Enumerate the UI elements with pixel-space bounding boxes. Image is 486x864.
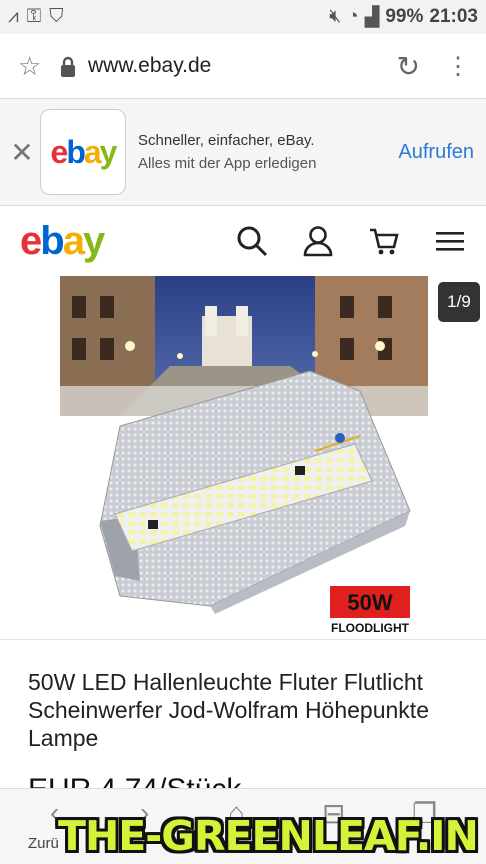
- back-label: Zurü: [28, 835, 59, 852]
- cart-icon[interactable]: [368, 225, 400, 257]
- site-header: ebay: [0, 206, 486, 276]
- app-banner-headline: Schneller, einfacher, eBay.: [138, 132, 315, 149]
- close-icon[interactable]: ✕: [6, 136, 38, 169]
- app-logo: ebay: [50, 133, 118, 170]
- product-image: 50W FLOODLIGHT: [60, 276, 428, 638]
- url-text[interactable]: www.ebay.de: [88, 54, 211, 78]
- image-counter: 1/9: [438, 282, 480, 322]
- reload-icon[interactable]: ↻: [397, 50, 420, 83]
- more-menu-icon[interactable]: ⋮: [446, 52, 470, 81]
- bookmark-star-icon[interactable]: ☆: [18, 51, 58, 82]
- key-icon: ⚿: [26, 6, 42, 27]
- search-icon[interactable]: [236, 225, 268, 257]
- app-banner: ✕ ebay Schneller, einfacher, eBay. Alles…: [0, 98, 486, 206]
- battery-level: 99%: [385, 6, 424, 27]
- header-icons: [236, 225, 466, 257]
- nfc-icon: ⩘: [8, 6, 19, 27]
- lock-icon[interactable]: [58, 56, 78, 77]
- wattage-badge: 50W: [347, 590, 392, 615]
- app-icon: ebay: [40, 109, 126, 195]
- product-title: 50W LED Hallenleuchte Fluter Flutlicht S…: [28, 669, 429, 751]
- product-gallery[interactable]: 50W FLOODLIGHT 1/9: [0, 276, 486, 640]
- clock: 21:03: [429, 6, 478, 27]
- app-banner-text: Schneller, einfacher, eBay. Alles mit de…: [138, 132, 316, 172]
- signal-icon: ▟: [364, 6, 380, 28]
- status-right: 🔇︎ ◔ ▟ 99% 21:03: [329, 6, 478, 29]
- hamburger-menu-icon[interactable]: [434, 225, 466, 257]
- status-bar: ⩘ ⚿ ⛉ 🔇︎ ◔ ▟ 99% 21:03: [0, 0, 486, 34]
- status-left: ⩘ ⚿ ⛉: [8, 6, 63, 28]
- url-bar: ☆ www.ebay.de ↻ ⋮: [0, 34, 486, 98]
- open-app-button[interactable]: Aufrufen: [398, 141, 474, 164]
- wifi-icon: ◔: [347, 6, 359, 27]
- product-price: EUR 4,74/Stück: [28, 773, 242, 790]
- watermark: THE-GREENLEAF.IN: [58, 812, 479, 860]
- user-icon[interactable]: [302, 225, 334, 257]
- floodlight-caption: FLOODLIGHT: [331, 621, 410, 635]
- shield-alert-icon: ⛉: [49, 6, 64, 27]
- mute-icon: 🔇︎: [329, 6, 342, 27]
- app-banner-subline: Alles mit der App erledigen: [138, 155, 317, 172]
- ebay-logo[interactable]: ebay: [20, 219, 105, 264]
